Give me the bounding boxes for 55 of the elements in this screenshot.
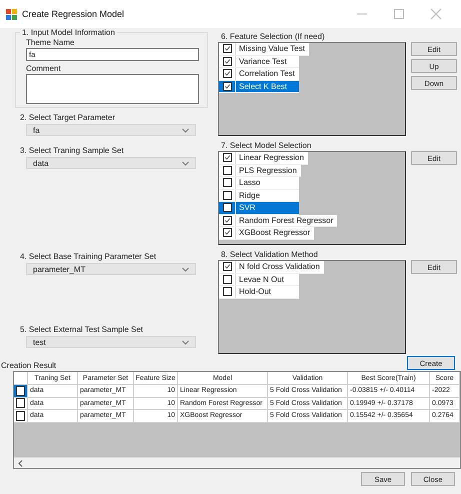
list-item[interactable]: PLS Regression — [219, 164, 301, 177]
window-title: Create Regression Model — [22, 9, 124, 19]
checkbox[interactable] — [222, 178, 232, 188]
dropdown[interactable]: fa — [26, 124, 196, 136]
checkbox[interactable] — [16, 398, 25, 408]
checkbox[interactable] — [222, 216, 232, 225]
dropdown[interactable]: data — [26, 157, 196, 169]
field-label: Comment — [26, 64, 62, 73]
group-title: 7. Select Model Selection — [220, 141, 312, 149]
checkbox[interactable] — [16, 386, 25, 396]
comment-field[interactable] — [26, 74, 199, 104]
field-label: 3. Select Traning Sample Set — [20, 146, 125, 155]
list-item[interactable]: Variance Test — [219, 56, 299, 68]
field-label: 2. Select Target Parameter — [20, 113, 116, 122]
checkbox[interactable] — [222, 274, 232, 284]
chevron-icon — [182, 266, 189, 272]
list-item[interactable]: Ridge — [219, 190, 299, 202]
dropdown[interactable]: parameter_MT — [26, 263, 196, 275]
list-item[interactable]: Random Forest Regressor — [219, 214, 338, 227]
group-title: 1. Input Model Information — [20, 28, 117, 37]
checkbox[interactable] — [222, 56, 232, 66]
checkbox[interactable] — [222, 287, 232, 296]
checkbox[interactable] — [222, 262, 232, 272]
checkbox[interactable] — [222, 82, 232, 91]
field-label: 5. Select External Test Sample Set — [20, 325, 144, 334]
scroll-left-icon[interactable] — [18, 460, 23, 466]
section-title: Creation Result — [0, 361, 56, 370]
app-icon — [6, 8, 17, 20]
list-item[interactable]: SVR — [219, 202, 299, 214]
chevron-icon — [182, 340, 189, 344]
list-item[interactable]: Correlation Test — [219, 68, 299, 80]
list-item[interactable]: Linear Regression — [219, 152, 308, 164]
field-label: 4. Select Base Training Parameter Set — [20, 252, 158, 261]
list-item[interactable]: N fold Cross Validation — [219, 261, 324, 274]
checkbox[interactable] — [222, 166, 232, 175]
checkbox[interactable] — [222, 69, 232, 78]
list-item[interactable]: Hold-Out — [219, 286, 299, 298]
list-item[interactable]: Levae N Out — [219, 274, 299, 286]
checkbox[interactable] — [222, 44, 232, 54]
checkbox[interactable] — [16, 410, 25, 421]
horizontal-scrollbar[interactable] — [14, 457, 460, 468]
list-item[interactable]: Select K Best — [219, 80, 299, 93]
list-item[interactable]: Lasso — [219, 177, 299, 190]
checkbox[interactable] — [222, 228, 232, 238]
chevron-icon — [182, 128, 189, 132]
group-title: 8. Select Validation Method — [220, 250, 319, 258]
chevron-icon — [182, 160, 189, 166]
group-title: 6. Feature Selection (If need) — [220, 32, 326, 40]
checkbox[interactable] — [222, 190, 232, 200]
checkbox[interactable] — [222, 153, 232, 162]
list-item[interactable]: Missing Value Test — [219, 43, 309, 56]
field-label: Theme Name — [26, 38, 76, 47]
dropdown[interactable]: test — [26, 336, 196, 348]
list-item[interactable]: XGBoost Regressor — [219, 227, 314, 240]
checkbox[interactable] — [222, 203, 232, 212]
